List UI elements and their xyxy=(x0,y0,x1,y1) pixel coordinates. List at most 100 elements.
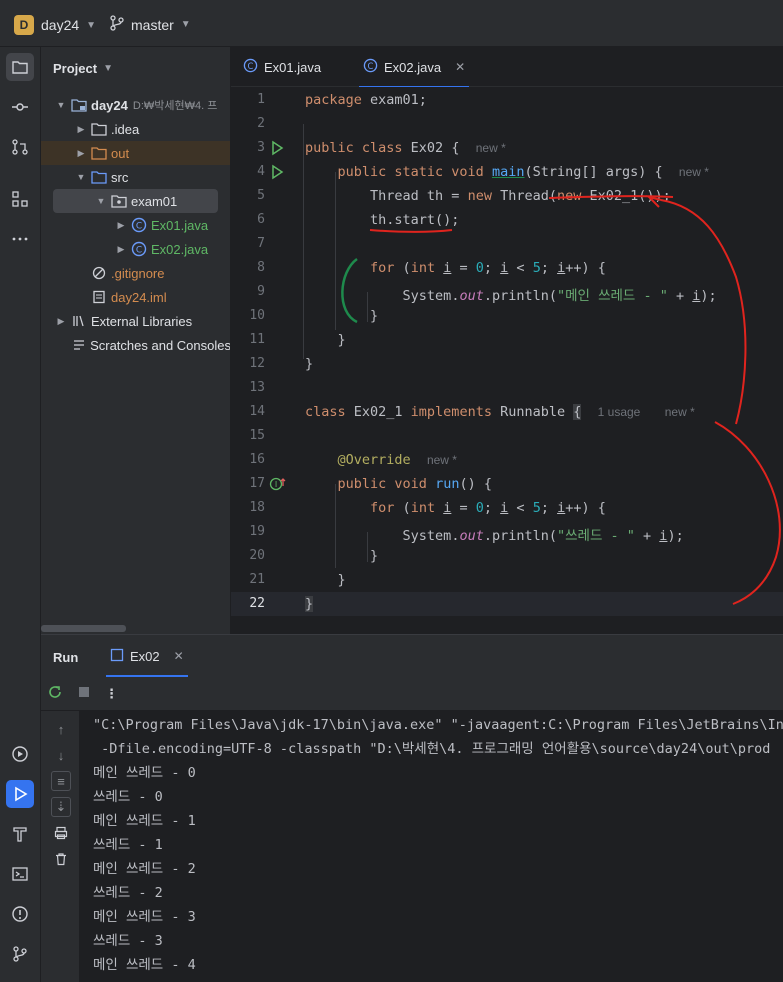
implements-method-icon[interactable]: I xyxy=(269,476,286,492)
code-line-3: public class Ex02 { new * xyxy=(305,140,506,156)
line-number: 3 xyxy=(257,140,265,155)
tree-item-idea[interactable]: ▶ .idea xyxy=(41,117,230,141)
source-folder-icon xyxy=(91,170,107,184)
tree-label: day24.iml xyxy=(111,289,167,305)
code-line-17: public void run() { xyxy=(337,476,492,492)
project-panel-header[interactable]: Project ▼ xyxy=(53,61,113,76)
code-line-1: package exam01; xyxy=(305,92,427,108)
chevron-down-icon[interactable]: ▼ xyxy=(75,172,87,182)
code-editor[interactable]: 1 2 3 4 5 6 7 8 9 10 11 12 13 14 15 16 1… xyxy=(231,87,783,634)
console-line: 쓰레드 - 3 xyxy=(93,933,163,949)
chevron-right-icon[interactable]: ▶ xyxy=(75,148,87,159)
scratches-icon xyxy=(71,338,86,352)
tree-label: Ex01.java xyxy=(151,217,209,233)
line-number: 6 xyxy=(257,212,265,227)
inlay-hint: new * xyxy=(678,165,709,179)
console-side-toolbar: ↑ ↓ ≡ ⇣ xyxy=(41,711,79,982)
tab-ex01[interactable]: C Ex01.java xyxy=(243,47,321,87)
package-icon xyxy=(111,194,127,208)
code-line-22: } xyxy=(305,596,314,612)
project-panel: Project ▼ ▼ day24 D:₩박세현₩4. 프 ▶ .idea ▶ … xyxy=(41,47,231,634)
arrow-up-icon[interactable]: ↑ xyxy=(51,719,71,739)
tree-path-hint: D:₩박세현₩4. 프 xyxy=(132,100,218,112)
print-icon[interactable] xyxy=(51,823,71,843)
console-line: 쓰레드 - 1 xyxy=(93,837,163,853)
tree-label: out xyxy=(111,145,130,161)
chevron-right-icon[interactable]: ▶ xyxy=(115,220,127,231)
pull-requests-icon[interactable] xyxy=(6,133,34,161)
run-tool-icon[interactable] xyxy=(6,780,34,808)
chevron-down-icon[interactable]: ▼ xyxy=(55,100,67,110)
console-output[interactable]: "C:\Program Files\Java\jdk-17\bin\java.e… xyxy=(93,713,783,982)
java-class-icon: C xyxy=(363,58,378,76)
line-number: 20 xyxy=(249,548,265,563)
library-icon xyxy=(71,314,87,328)
structure-icon[interactable] xyxy=(6,185,34,213)
code-line-12: } xyxy=(305,356,314,372)
trash-icon[interactable] xyxy=(51,849,71,869)
console-line: 메인 쓰레드 - 0 xyxy=(93,765,196,781)
line-number: 10 xyxy=(249,308,265,323)
tree-item-gitignore[interactable]: .gitignore xyxy=(41,261,230,285)
chevron-right-icon[interactable]: ▶ xyxy=(75,124,87,135)
build-hammer-icon[interactable] xyxy=(6,820,34,848)
chevron-down-icon: ▼ xyxy=(180,19,191,30)
line-number: 11 xyxy=(249,332,265,347)
project-tool-folder-icon[interactable] xyxy=(6,53,34,81)
tree-item-src[interactable]: ▼ src xyxy=(41,165,230,189)
tree-item-ex01[interactable]: ▶ C Ex01.java xyxy=(41,213,230,237)
code-line-21: } xyxy=(337,572,346,588)
commit-icon[interactable] xyxy=(6,93,34,121)
indent-guide xyxy=(303,124,304,359)
services-icon[interactable] xyxy=(6,740,34,768)
console-line: 메인 쓰레드 - 1 xyxy=(93,813,196,829)
tree-item-day24[interactable]: ▼ day24 D:₩박세현₩4. 프 xyxy=(41,93,230,117)
branch-switcher[interactable]: master ▼ xyxy=(110,15,191,34)
horizontal-scrollbar[interactable] xyxy=(41,625,126,632)
tree-item-ex02[interactable]: ▶ C Ex02.java xyxy=(41,237,230,261)
chevron-right-icon[interactable]: ▶ xyxy=(115,244,127,255)
chevron-down-icon: ▼ xyxy=(103,63,113,74)
more-options-icon[interactable]: ⋮ xyxy=(105,686,118,702)
rerun-icon[interactable] xyxy=(47,684,63,703)
close-icon[interactable]: ✕ xyxy=(455,60,465,74)
line-number: 15 xyxy=(249,428,265,443)
console-line: 쓰레드 - 2 xyxy=(93,885,163,901)
git-icon[interactable] xyxy=(6,940,34,968)
red-arrow-curve xyxy=(660,199,747,425)
svg-text:I: I xyxy=(275,480,277,489)
chevron-down-icon[interactable]: ▼ xyxy=(95,196,107,206)
tree-item-scratches[interactable]: Scratches and Consoles xyxy=(41,333,231,357)
run-gutter-icon[interactable] xyxy=(269,140,285,156)
tree-label: Scratches and Consoles xyxy=(90,337,231,353)
project-switcher[interactable]: D day24 ▼ xyxy=(14,15,96,35)
tree-item-iml[interactable]: day24.iml xyxy=(41,285,230,309)
svg-text:C: C xyxy=(136,246,142,256)
tab-label: Ex02.java xyxy=(384,59,442,75)
console-line: "C:\Program Files\Java\jdk-17\bin\java.e… xyxy=(93,717,783,733)
java-class-icon: C xyxy=(131,217,147,233)
run-toolbar: ⋮ xyxy=(41,677,783,711)
code-line-20: } xyxy=(370,548,379,564)
iml-file-icon xyxy=(91,290,107,304)
stop-icon[interactable] xyxy=(77,685,91,702)
run-gutter-icon[interactable] xyxy=(269,164,285,180)
tree-label: src xyxy=(111,169,129,185)
run-tab-ex02[interactable]: Ex02 ✕ xyxy=(106,635,188,677)
close-icon[interactable]: ✕ xyxy=(174,649,184,663)
scroll-to-end-icon[interactable]: ⇣ xyxy=(51,797,71,817)
more-tools-icon[interactable] xyxy=(6,225,34,253)
tree-label: External Libraries xyxy=(91,313,193,329)
chevron-right-icon[interactable]: ▶ xyxy=(55,316,67,327)
arrow-down-icon[interactable]: ↓ xyxy=(51,745,71,765)
soft-wrap-icon[interactable]: ≡ xyxy=(51,771,71,791)
inlay-hint: new * xyxy=(664,405,695,419)
tree-label: day24 xyxy=(91,97,128,113)
tree-item-exam01[interactable]: ▼ exam01 xyxy=(53,189,218,213)
tree-item-external-libraries[interactable]: ▶ External Libraries xyxy=(41,309,230,333)
code-line-14: class Ex02_1 implements Runnable { 1 usa… xyxy=(305,404,695,420)
problems-icon[interactable] xyxy=(6,900,34,928)
terminal-icon[interactable] xyxy=(6,860,34,888)
tab-ex02[interactable]: C Ex02.java ✕ xyxy=(359,47,470,88)
tree-item-out[interactable]: ▶ out xyxy=(41,141,230,165)
